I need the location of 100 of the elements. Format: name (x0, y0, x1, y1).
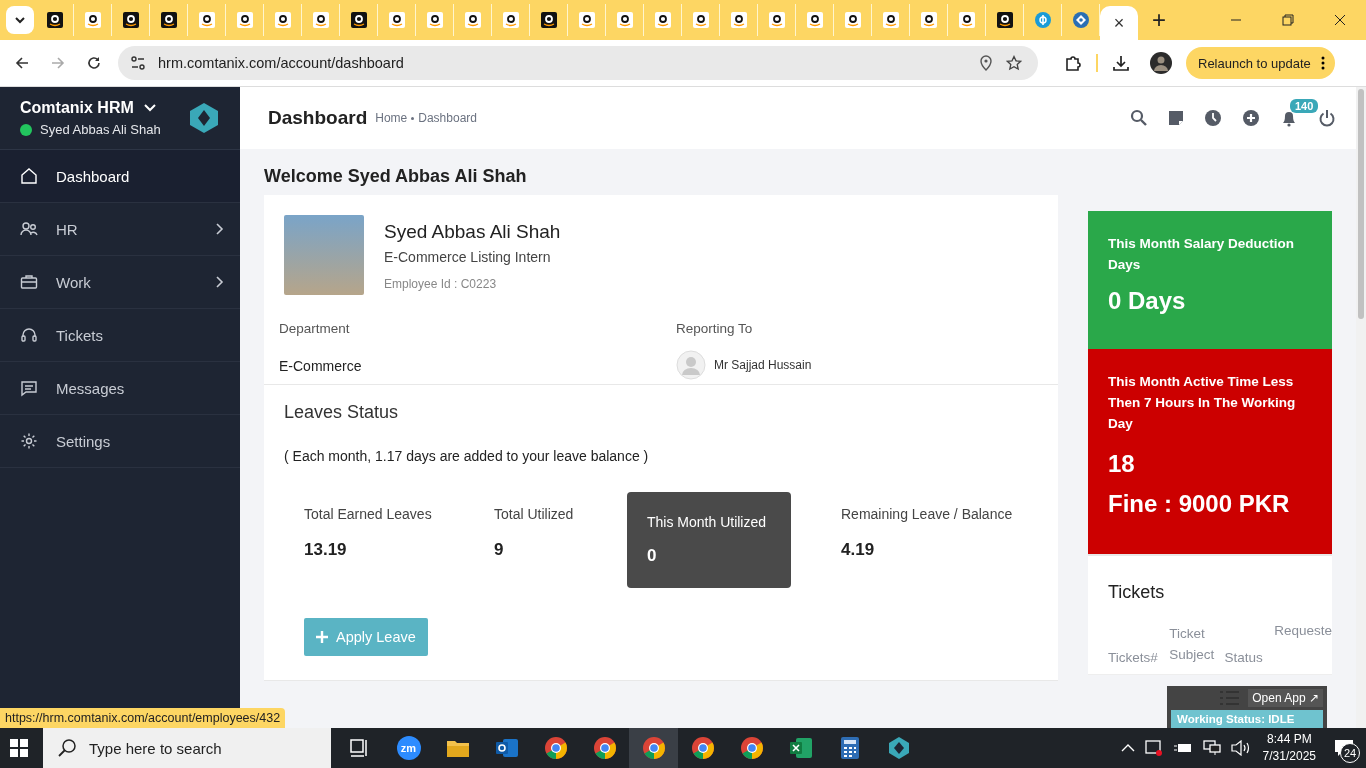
manager-name[interactable]: Mr Sajjad Hussain (714, 358, 812, 372)
column-header: Tickets# (1108, 650, 1159, 665)
shopping-favicon-icon (236, 12, 253, 28)
column-header: Requeste (1274, 623, 1332, 638)
employee-role: E-Commerce Listing Intern (384, 249, 552, 265)
shopping-favicon-icon (350, 12, 367, 28)
stat-value: 13.19 (304, 540, 348, 560)
shopping-favicon-icon (540, 12, 557, 28)
column-header: Ticket Subject (1169, 625, 1216, 664)
shopping-favicon-icon (844, 12, 861, 28)
chevron-up-icon[interactable] (1120, 743, 1135, 753)
user-name: Syed Abbas Ali Shah (40, 122, 161, 137)
reload-icon[interactable] (86, 55, 102, 71)
stat-value: 0 (647, 546, 658, 566)
browser-tab[interactable]: × (1100, 6, 1138, 40)
working-status: Working Status: IDLE (1171, 710, 1323, 728)
breadcrumb-link[interactable]: Home (375, 111, 408, 125)
mail-app-icon (494, 737, 519, 759)
fine-value: Fine : 9000 PKR (1108, 490, 1291, 518)
open-app-link[interactable]: Open App ↗ (1248, 689, 1323, 707)
location-pin-icon[interactable] (978, 55, 994, 71)
stat-label: Total Earned Leaves (304, 506, 433, 522)
browser-icon (739, 736, 764, 760)
shopping-favicon-icon (996, 12, 1013, 28)
clock-icon[interactable] (1204, 109, 1222, 127)
add-icon[interactable] (1242, 109, 1260, 127)
search-icon[interactable] (1130, 109, 1148, 127)
app-name[interactable]: Comtanix HRM (20, 99, 134, 117)
speaker-icon[interactable] (1230, 740, 1251, 756)
taskbar-clock[interactable]: 8:44 PM 7/31/2025 (1262, 731, 1316, 765)
spreadsheet-app-icon (788, 737, 813, 759)
battery-icon[interactable] (1172, 741, 1193, 755)
folder-icon (445, 738, 470, 758)
leave-note: ( Each month, 1.17 days are added to your leave balance ) (284, 448, 650, 464)
page-title: Dashboard (268, 107, 368, 129)
chevron-down-icon[interactable] (143, 104, 156, 112)
link-status-bubble: https://hrm.comtanix.com/account/employees/432 (0, 708, 286, 728)
people-icon (20, 220, 38, 238)
shopping-favicon-icon (198, 12, 215, 28)
settings-icon (20, 432, 38, 450)
shopping-favicon-icon (426, 12, 443, 28)
video-app-icon: zm (396, 736, 421, 760)
browser-icon (690, 736, 715, 760)
card-value: 18 (1108, 450, 1136, 478)
app-tray-icon[interactable] (1144, 739, 1163, 757)
employee-name: Syed Abbas Ali Shah (384, 221, 561, 243)
diamond-favicon-icon (1072, 12, 1089, 28)
home-icon (20, 167, 38, 185)
shopping-favicon-icon (312, 12, 329, 28)
bell-icon[interactable] (1280, 109, 1298, 127)
shopping-favicon-icon (654, 12, 671, 28)
extensions-icon[interactable] (1064, 54, 1082, 72)
field-label: Reporting To (676, 321, 754, 336)
scrollbar-thumb[interactable] (1358, 89, 1364, 319)
shopping-favicon-icon (160, 12, 177, 28)
close-tab-button[interactable]: × (1113, 12, 1125, 34)
shopping-favicon-icon (464, 12, 481, 28)
profile-avatar-icon[interactable] (1150, 52, 1172, 74)
windows-start-icon[interactable] (10, 739, 28, 757)
shopping-favicon-icon (958, 12, 975, 28)
more-icon[interactable] (1320, 56, 1325, 70)
chat-icon (20, 379, 38, 397)
shopping-favicon-icon (730, 12, 747, 28)
nav-item[interactable]: Dashboard (0, 150, 240, 203)
browser-icon (592, 736, 617, 760)
power-icon[interactable] (1318, 109, 1336, 127)
field-label: Department (279, 321, 351, 336)
new-tab-button[interactable]: + (1152, 6, 1166, 34)
taskbar-app[interactable] (629, 728, 678, 768)
section-title: Leaves Status (284, 402, 400, 423)
download-icon[interactable] (1112, 54, 1130, 72)
close-icon[interactable] (1334, 14, 1346, 26)
notification-count: 24 (1340, 743, 1360, 763)
network-icon[interactable] (1202, 740, 1221, 756)
browser-icon (543, 736, 568, 760)
restore-icon[interactable] (1282, 14, 1294, 26)
shopping-favicon-icon (502, 12, 519, 28)
employee-id: Employee Id : C0223 (384, 277, 498, 291)
shopping-favicon-icon (920, 12, 937, 28)
briefcase-icon (20, 273, 38, 291)
card-title: This Month Salary Deduction Days (1108, 235, 1295, 274)
address-field[interactable]: hrm.comtanix.com/account/dashboard (118, 46, 1038, 80)
back-icon[interactable] (14, 55, 30, 71)
tab-search-button[interactable] (6, 6, 34, 34)
shopping-favicon-icon (388, 12, 405, 28)
stat-label: This Month Utilized (647, 514, 768, 530)
card-title: Tickets (1108, 582, 1166, 603)
shopping-favicon-icon (882, 12, 899, 28)
taskbar-search-field[interactable]: Type here to search (43, 728, 331, 768)
shopping-favicon-icon (122, 12, 139, 28)
shopping-favicon-icon (46, 12, 63, 28)
stat-value: 9 (494, 540, 505, 560)
card-value: 0 Days (1108, 287, 1187, 315)
column-header: Status (1224, 650, 1264, 665)
relaunch-button[interactable]: Relaunch to update (1186, 47, 1335, 79)
sticky-note-icon[interactable] (1168, 110, 1184, 126)
bookmark-star-icon[interactable] (1006, 55, 1022, 71)
site-settings-icon[interactable] (130, 55, 146, 71)
breadcrumb-link[interactable]: Dashboard (418, 111, 477, 125)
dollar-favicon-icon (1034, 12, 1051, 28)
